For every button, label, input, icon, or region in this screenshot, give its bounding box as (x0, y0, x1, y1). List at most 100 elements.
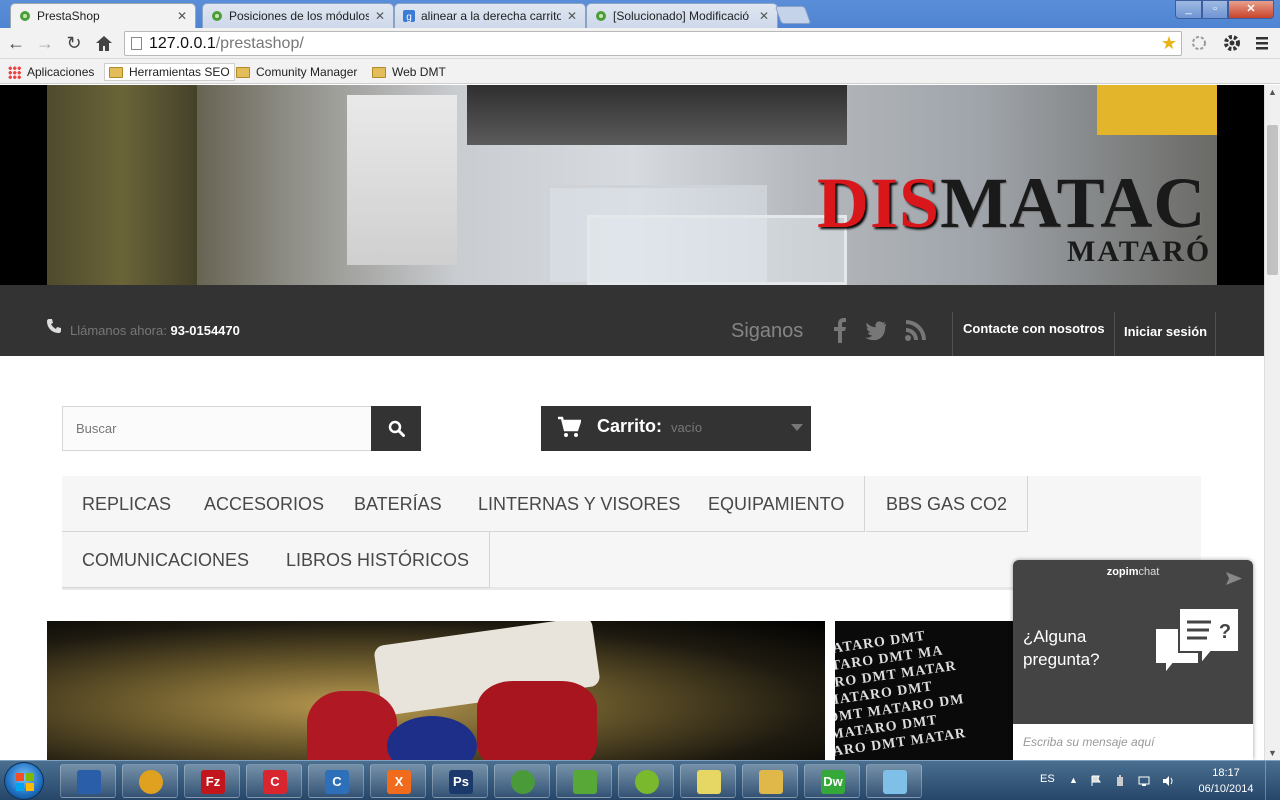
close-icon[interactable]: ✕ (177, 9, 187, 23)
clock-time[interactable]: 18:17 (1200, 767, 1252, 779)
scroll-up-arrow-icon[interactable]: ▲ (1268, 87, 1277, 97)
xampp-icon: X (387, 770, 411, 794)
tray-expand-icon[interactable]: ▲ (1069, 775, 1081, 787)
contact-link[interactable]: Contacte con nosotros (952, 312, 1105, 356)
taskbar-app-button[interactable] (122, 764, 178, 798)
volume-icon[interactable] (1162, 775, 1174, 787)
chat-message-input[interactable]: Escriba su mensaje aquí (1013, 724, 1253, 760)
menu-item-bbs-gas-co2[interactable]: BBS GAS CO2 (866, 476, 1029, 532)
bookmark-star-icon[interactable]: ★ (1161, 32, 1177, 55)
chat-widget[interactable]: zopimchat ¿Alguna pregunta? ? Escriba su… (1013, 560, 1253, 760)
minimize-button[interactable]: _ (1175, 0, 1202, 19)
maximize-button[interactable]: ▫ (1202, 0, 1228, 19)
close-icon[interactable]: ✕ (567, 9, 577, 23)
filezilla-icon: Fz (201, 770, 225, 794)
menu-item-baterias[interactable]: BATERÍAS (334, 476, 463, 532)
tab-label: alinear a la derecha carrito (421, 9, 561, 23)
taskbar-app-button[interactable] (494, 764, 550, 798)
show-desktop-button[interactable] (1265, 761, 1280, 801)
menu-item-equipamiento[interactable]: EQUIPAMIENTO (688, 476, 866, 532)
explorer-icon (759, 770, 783, 794)
menu-icon[interactable] (1254, 34, 1270, 52)
taskbar-app-button[interactable]: X (370, 764, 426, 798)
bookmark-web-dmt[interactable]: Web DMT (372, 63, 446, 81)
taskbar-app-button[interactable] (618, 764, 674, 798)
shop-banner-image[interactable]: DISMATAC MATARÓ (47, 85, 1217, 285)
scroll-down-arrow-icon[interactable]: ▼ (1268, 748, 1277, 758)
back-button[interactable]: ← (5, 32, 27, 54)
tab-label: Posiciones de los módulos (229, 9, 369, 23)
tab-solucionado[interactable]: [Solucionado] Modificació ✕ (586, 3, 778, 28)
tab-prestashop[interactable]: PrestaShop ✕ (10, 3, 196, 28)
reload-button[interactable]: ↻ (63, 32, 85, 54)
close-window-button[interactable]: ✕ (1228, 0, 1274, 19)
forward-button[interactable]: → (34, 32, 56, 54)
bookmark-comunity-manager[interactable]: Comunity Manager (236, 63, 357, 81)
ccleaner-red-icon: C (263, 770, 287, 794)
page-scrollbar[interactable]: ▲ ▼ (1264, 85, 1280, 760)
twitter-icon[interactable] (864, 317, 888, 343)
rss-icon[interactable] (904, 317, 928, 343)
taskbar-app-button[interactable]: Dw (804, 764, 860, 798)
home-icon[interactable] (95, 35, 113, 52)
windows-logo-icon (16, 773, 34, 791)
new-tab-button[interactable] (774, 6, 812, 24)
search-input[interactable]: Buscar (62, 406, 372, 451)
folder-icon (236, 66, 250, 78)
google-icon: g (403, 10, 415, 22)
homeslider-image[interactable] (47, 621, 825, 760)
taskbar-app-button[interactable]: Ps (432, 764, 488, 798)
close-icon[interactable]: ✕ (375, 9, 385, 23)
power-icon[interactable] (1114, 775, 1126, 787)
action-center-flag-icon[interactable] (1090, 775, 1102, 787)
extension-icon[interactable] (1190, 34, 1208, 52)
taskbar-app-button[interactable] (866, 764, 922, 798)
start-button[interactable] (4, 762, 44, 800)
close-icon[interactable]: ✕ (759, 9, 769, 23)
language-indicator[interactable]: ES (1040, 773, 1055, 785)
bookmark-label: Web DMT (392, 65, 446, 79)
folder-icon (109, 66, 123, 78)
scroll-thumb[interactable] (1267, 125, 1278, 275)
call-us: Llámanos ahora: 93-0154470 (70, 323, 240, 338)
menu-item-libros-historicos[interactable]: LIBROS HISTÓRICOS (266, 532, 491, 588)
bookmark-label: Herramientas SEO (129, 65, 230, 79)
cart-block[interactable]: Carrito: vacío (541, 406, 811, 451)
settings-gear-icon[interactable] (1222, 33, 1242, 53)
taskbar-app-button[interactable]: C (246, 764, 302, 798)
chat-brand: zopimchat (1106, 566, 1160, 578)
tab-alinear[interactable]: g alinear a la derecha carrito ✕ (394, 3, 586, 28)
cart-title: Carrito: (597, 416, 663, 436)
facebook-icon[interactable] (828, 317, 852, 343)
thunderbird-icon (77, 770, 101, 794)
side-banner-image[interactable]: MATARO DMT ATARO DMT MA ARO DMT MATAR MA… (835, 621, 1015, 760)
taskbar-app-button[interactable] (60, 764, 116, 798)
bookmark-apps[interactable]: Aplicaciones (8, 63, 94, 81)
tab-label: PrestaShop (37, 9, 100, 23)
login-link[interactable]: Iniciar sesión (1114, 312, 1216, 356)
menu-item-linternas-y-visores[interactable]: LINTERNAS Y VISORES (458, 476, 702, 532)
taskbar-app-button[interactable]: C (308, 764, 364, 798)
taskbar-app-button[interactable]: Fz (184, 764, 240, 798)
bookmark-herramientas-seo[interactable]: Herramientas SEO (104, 63, 235, 81)
send-icon[interactable] (1225, 571, 1243, 586)
notepad-icon (573, 770, 597, 794)
network-icon[interactable] (1138, 775, 1150, 787)
menu-item-accesorios[interactable]: ACCESORIOS (184, 476, 346, 532)
brand-subtitle: MATARÓ (1067, 235, 1212, 268)
clock-date[interactable]: 06/10/2014 (1190, 783, 1262, 795)
tab-label: [Solucionado] Modificació (613, 9, 750, 23)
folder-icon (372, 66, 386, 78)
taskbar-app-button[interactable] (680, 764, 736, 798)
browser-titlebar: PrestaShop ✕ Posiciones de los módulos ✕… (0, 0, 1280, 28)
svg-text:g: g (406, 12, 412, 22)
taskbar-app-button[interactable] (556, 764, 612, 798)
search-button[interactable] (371, 406, 421, 451)
taskbar-app-button[interactable] (742, 764, 798, 798)
ccleaner-icon: C (325, 770, 349, 794)
cart-status: vacío (671, 420, 703, 435)
menu-item-replicas[interactable]: REPLICAS (62, 476, 193, 532)
tab-posiciones[interactable]: Posiciones de los módulos ✕ (202, 3, 394, 28)
address-bar[interactable]: 127.0.0.1/prestashop/ ★ (124, 31, 1182, 56)
menu-item-comunicaciones[interactable]: COMUNICACIONES (62, 532, 271, 588)
